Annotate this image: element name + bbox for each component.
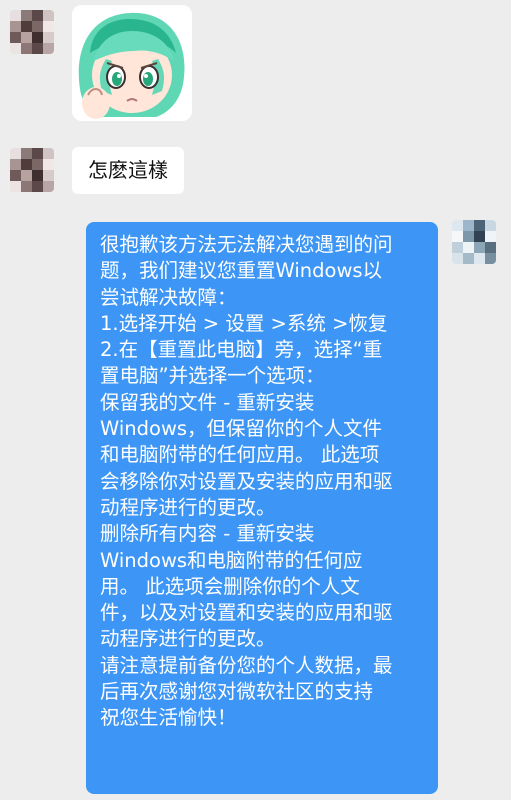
reply-line: Windows和电脑附带的任何应 (100, 548, 363, 572)
anime-girl-sticker-art (72, 5, 192, 121)
reply-line: 会移除你对设置及安装的应用和驱 (100, 469, 393, 493)
reply-line: 1.选择开始 > 设置 >系统 >恢复 (100, 311, 388, 335)
reply-line: 动程序进行的更改。 (100, 627, 276, 651)
pixelated-avatar-icon (452, 220, 496, 264)
reply-line: 祝您生活愉快！ (100, 706, 237, 730)
reply-line: 2.在【重置此电脑】旁，选择“重 (100, 338, 383, 362)
reply-line: 用。 此选项会删除你的个人文 (100, 574, 360, 598)
recipient-avatar[interactable] (452, 220, 496, 264)
reply-line: Windows，但保留你的个人文件 (100, 417, 383, 441)
incoming-message-text: 怎麽這樣 (88, 158, 168, 182)
reply-line: 请注意提前备份您的个人数据，最 (100, 653, 393, 677)
pixelated-avatar-icon (10, 10, 54, 54)
incoming-message-bubble: 怎麽這樣 (72, 147, 184, 194)
reply-line: 和电脑附带的任何应用。 此选项 (100, 443, 380, 467)
outgoing-message-bubble: 很抱歉该方法无法解决您遇到的问 题，我们建议您重置Windows以 尝试解决故障… (86, 222, 438, 794)
reply-line: 动程序进行的更改。 (100, 495, 276, 519)
anime-girl-sticker[interactable] (72, 5, 192, 121)
reply-line: 置电脑”并选择一个选项： (100, 364, 325, 388)
reply-line: 尝试解决故障： (100, 285, 237, 309)
sender-avatar[interactable] (10, 148, 54, 192)
reply-line: 很抱歉该方法无法解决您遇到的问 (100, 233, 393, 256)
reply-line: 题，我们建议您重置Windows以 (100, 259, 383, 283)
reply-line: 删除所有内容 - 重新安装 (100, 522, 315, 546)
reply-line: 保留我的文件 - 重新安装 (100, 390, 315, 414)
pixelated-avatar-icon (10, 148, 54, 192)
reply-line: 件，以及对设置和安装的应用和驱 (100, 601, 393, 625)
sender-avatar[interactable] (10, 10, 54, 54)
reply-line: 后再次感谢您对微软社区的支持 (100, 680, 374, 704)
